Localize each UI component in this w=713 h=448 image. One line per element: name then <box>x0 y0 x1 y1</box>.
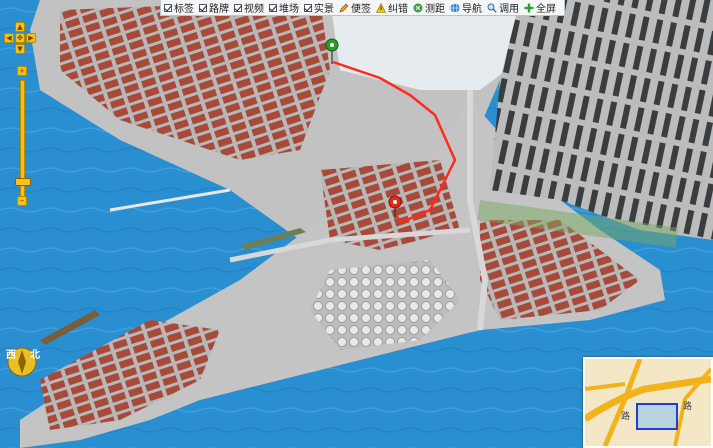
ruler-icon <box>413 3 423 12</box>
checkbox-icon[interactable] <box>199 3 207 12</box>
plus-icon <box>524 3 534 12</box>
pan-right-icon[interactable]: ▶ <box>26 33 36 43</box>
minimap-canvas <box>585 359 711 446</box>
pan-down-icon[interactable]: ▼ <box>15 44 25 54</box>
toggle-label: 标签 <box>174 4 194 15</box>
checkbox-icon[interactable] <box>164 3 172 12</box>
tool-label: 调用 <box>499 4 519 15</box>
measure-button[interactable]: 测距 <box>413 0 445 15</box>
checkbox-icon[interactable] <box>234 3 242 12</box>
toggle-road-signs[interactable]: 路牌 <box>199 0 229 15</box>
tool-label: 测距 <box>425 4 445 15</box>
compass-west-label: 西 <box>6 350 16 361</box>
minimap-road-label: 路 <box>683 402 693 412</box>
toggle-yard[interactable]: 堆场 <box>269 0 299 15</box>
tool-label: 纠错 <box>388 4 408 15</box>
pencil-icon <box>339 3 349 12</box>
toggle-label: 堆场 <box>279 4 299 15</box>
toggle-label: 路牌 <box>209 4 229 15</box>
checkbox-icon[interactable] <box>304 3 312 12</box>
pan-left-icon[interactable]: ◀ <box>4 33 14 43</box>
toggle-label: 实景 <box>314 4 334 15</box>
toggle-video[interactable]: 视频 <box>234 0 264 15</box>
note-button[interactable]: 便签 <box>339 0 371 15</box>
minimap-road-label: 路 <box>621 412 631 422</box>
warning-icon <box>376 2 386 13</box>
globe-icon <box>450 2 460 13</box>
zoom-out-button[interactable]: − <box>17 196 27 206</box>
toggle-labels[interactable]: 标签 <box>164 0 194 15</box>
report-error-button[interactable]: 纠错 <box>376 0 408 15</box>
toggle-street-view[interactable]: 实景 <box>304 0 334 15</box>
toolbar: 标签 路牌 视频 堆场 实景 便签 纠错 测距 导航 调用 全屏 <box>160 0 565 16</box>
tool-label: 便签 <box>351 4 371 15</box>
pan-up-icon[interactable]: ▲ <box>15 22 25 32</box>
zoom-slider-thumb[interactable] <box>15 178 31 186</box>
checkbox-icon[interactable] <box>269 3 277 12</box>
navigate-button[interactable]: 导航 <box>450 0 482 15</box>
magnifier-icon <box>487 3 497 13</box>
fullscreen-button[interactable]: 全屏 <box>524 0 556 15</box>
tool-label: 导航 <box>462 4 482 15</box>
tool-label: 全屏 <box>536 4 556 15</box>
zoom-in-button[interactable]: + <box>17 66 27 76</box>
toggle-label: 视频 <box>244 4 264 15</box>
invoke-button[interactable]: 调用 <box>487 0 519 15</box>
compass-north-label: 北 <box>30 350 40 361</box>
overview-minimap[interactable]: 路 路 <box>583 357 713 448</box>
pan-center-icon[interactable]: ✥ <box>15 33 25 43</box>
